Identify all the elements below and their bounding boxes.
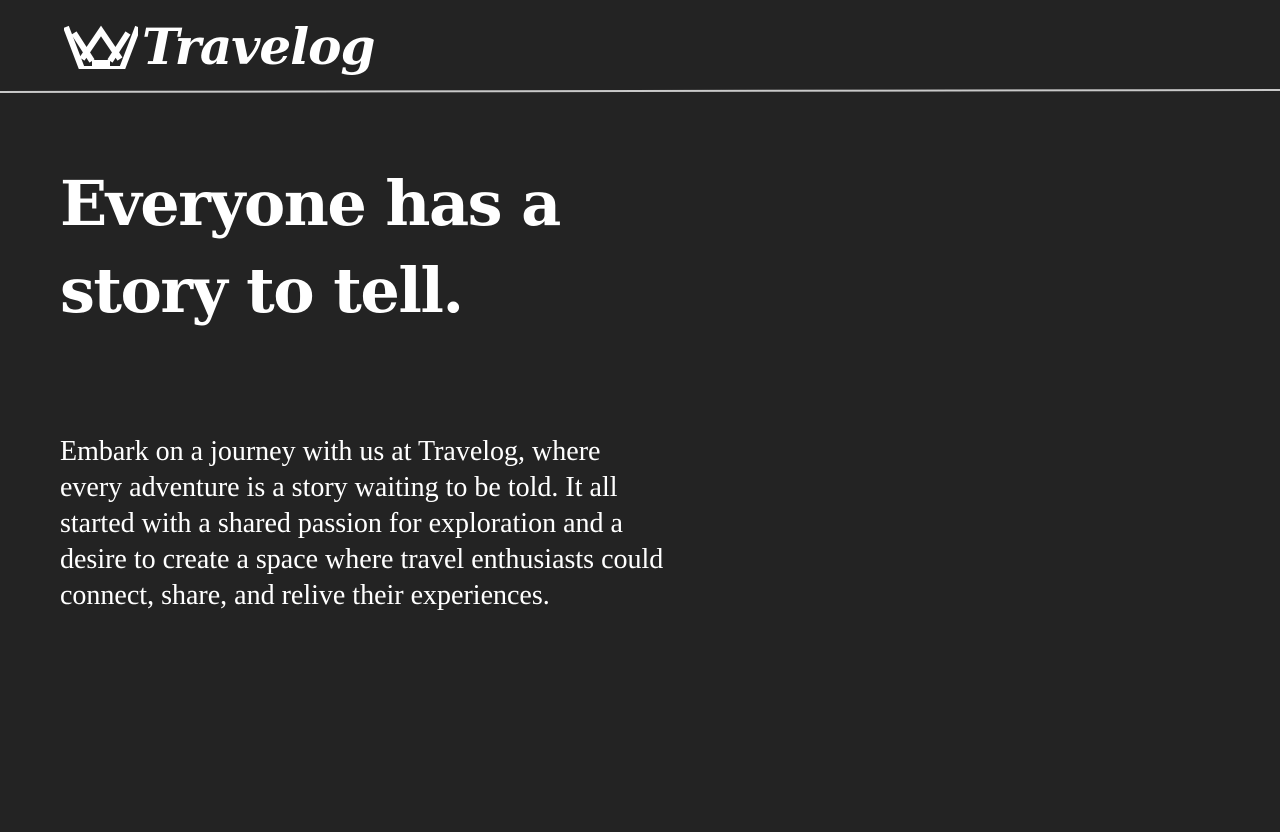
intro-line: connect, share, and relive their experie… <box>60 580 550 611</box>
intro-line: every adventure is a story waiting to be… <box>60 472 618 503</box>
hero-title-line: Everyone has a <box>60 167 561 240</box>
hero-title-line: story to tell. <box>60 254 464 327</box>
brand-logo-link[interactable]: Travelog <box>64 17 375 76</box>
intro-paragraph: Embark on a journey with us at Travelog,… <box>60 434 740 614</box>
header-divider <box>0 88 1280 93</box>
crown-icon <box>64 25 138 69</box>
brand-name: Travelog <box>142 17 375 76</box>
site-header: Travelog <box>0 0 1280 93</box>
intro-line: desire to create a space where travel en… <box>60 544 664 575</box>
intro-line: started with a shared passion for explor… <box>60 508 623 539</box>
hero-title: Everyone has a story to tell. <box>60 160 620 334</box>
intro-line: Embark on a journey with us at Travelog,… <box>60 436 601 467</box>
